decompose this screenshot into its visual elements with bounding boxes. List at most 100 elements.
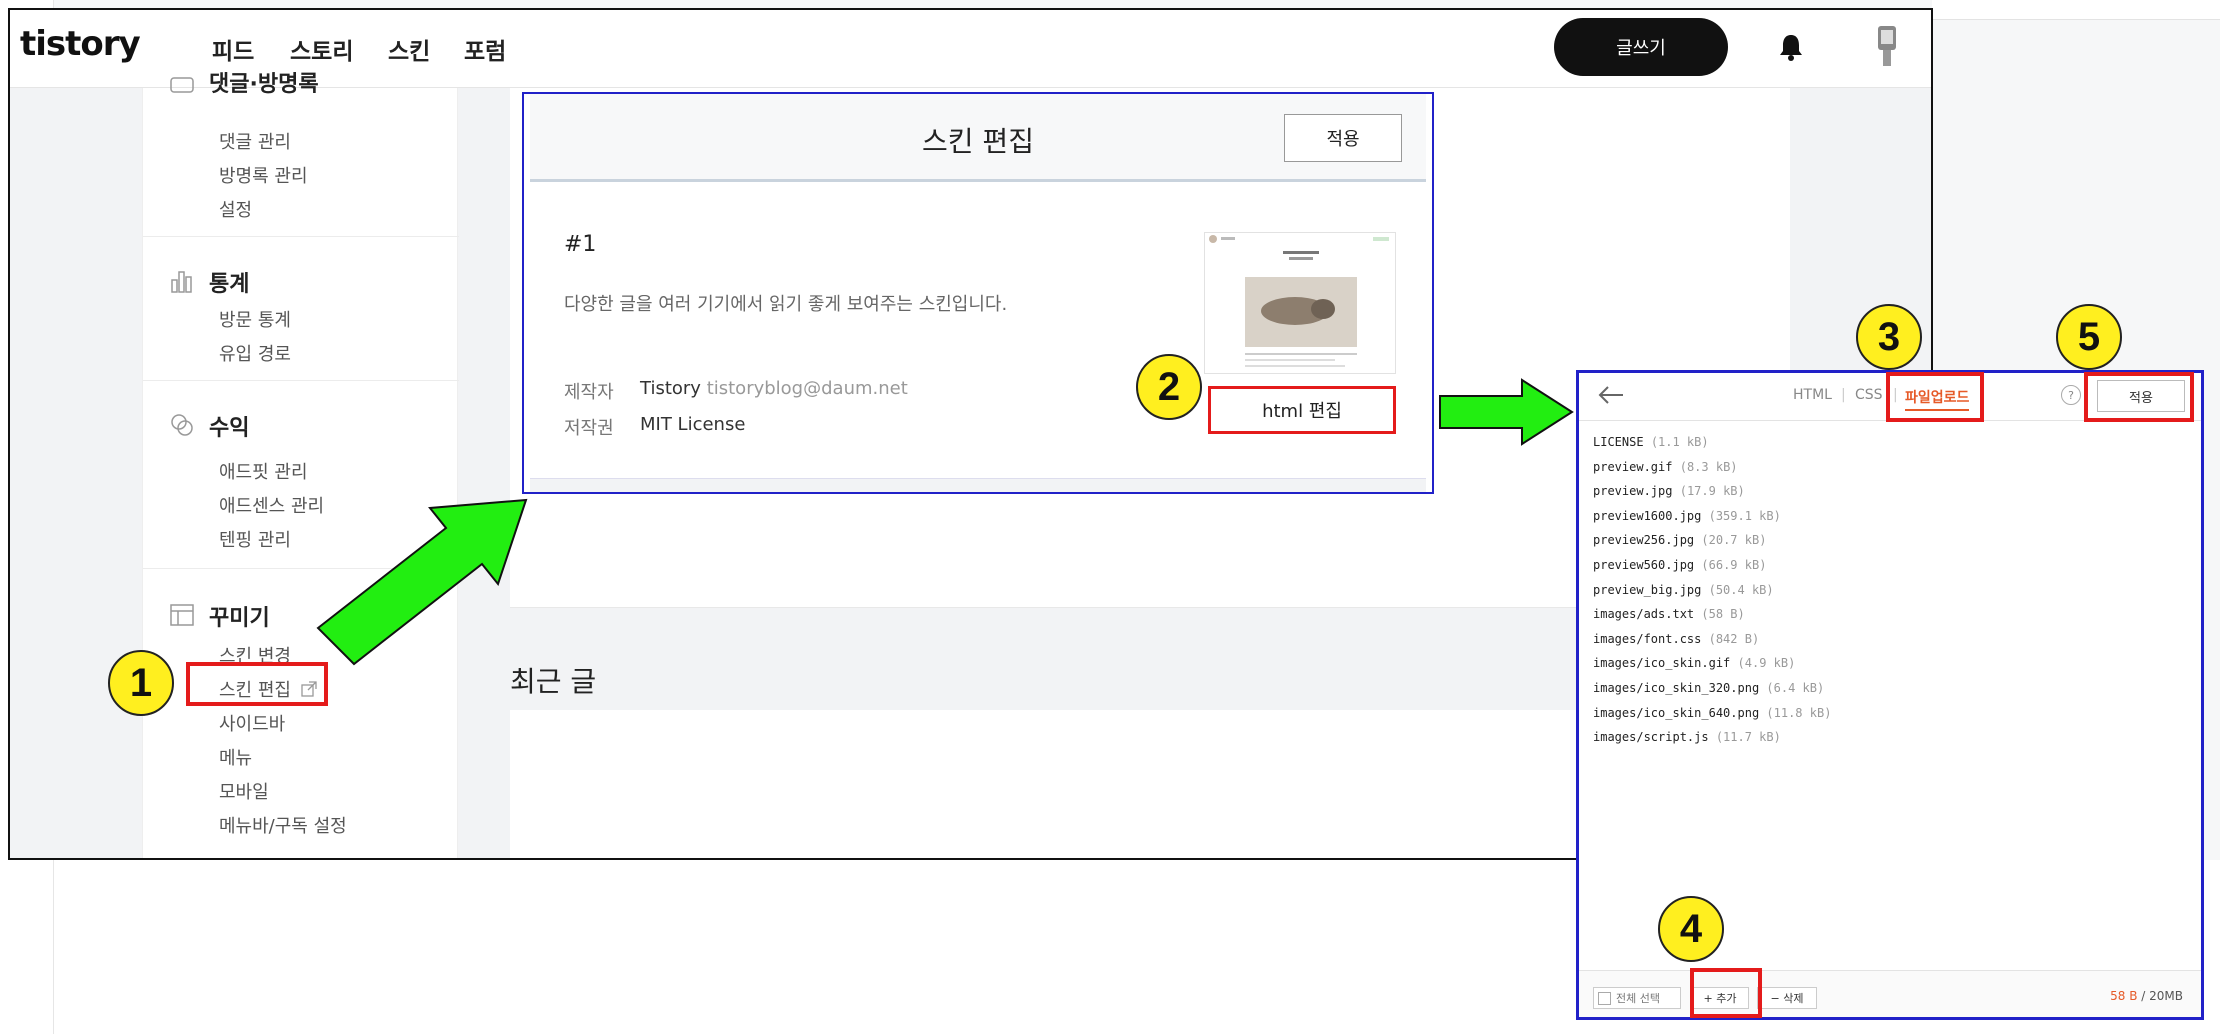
file-size: (50.4 kB) [1708, 582, 1774, 597]
step-badge-2: 2 [1136, 354, 1202, 420]
sidebar-item-guestbook-manage[interactable]: 방명록 관리 [219, 162, 308, 188]
file-name: preview560.jpg [1593, 558, 1695, 572]
green-arrow-to-panel [1439, 378, 1574, 446]
file-size: (11.7 kB) [1715, 730, 1781, 745]
file-size: (17.9 kB) [1679, 484, 1745, 499]
step-badge-1: 1 [108, 650, 174, 716]
file-row[interactable]: images/ico_skin_320.png (6.4 kB) [1593, 681, 1824, 695]
highlight-file-upload-tab [1886, 372, 1984, 422]
file-name: images/font.css [1593, 631, 1702, 646]
file-name: images/script.js [1593, 730, 1709, 745]
skin-preview-thumbnail [1204, 232, 1396, 374]
license-label: 저작권 [564, 418, 614, 439]
file-panel-footer: 전체 선택 + 추가 − 삭제 58 B / 20MB [1579, 970, 2201, 1017]
sidebar-item-settings[interactable]: 설정 [219, 196, 252, 222]
profile-avatar[interactable] [1872, 24, 1902, 70]
background-top-strip [1932, 0, 2220, 20]
highlight-skin-edit [186, 662, 328, 706]
file-row[interactable]: images/ads.txt (58 B) [1593, 607, 1745, 621]
file-row[interactable]: preview.jpg (17.9 kB) [1593, 484, 1745, 498]
nav-feed[interactable]: 피드 [212, 32, 254, 66]
file-name: images/ico_skin_320.png [1593, 681, 1760, 695]
step-badge-3: 3 [1856, 304, 1922, 370]
sidebar-item-menubar-subscribe[interactable]: 메뉴바/구독 설정 [219, 812, 347, 838]
skin-description: 다양한 글을 여러 기기에서 읽기 좋게 보여주는 스킨입니다. [564, 294, 1008, 315]
sidebar-section-revenue: 수익 [209, 416, 250, 441]
sidebar-item-comment-manage[interactable]: 댓글 관리 [219, 128, 291, 154]
sidebar-item-menu[interactable]: 메뉴 [219, 744, 252, 770]
nav-story[interactable]: 스토리 [290, 32, 353, 66]
write-post-button[interactable]: 글쓰기 [1554, 18, 1728, 76]
comment-icon [169, 74, 195, 100]
sidebar-item-referrer[interactable]: 유입 경로 [219, 340, 291, 366]
file-name: preview1600.jpg [1593, 508, 1702, 523]
sidebar-item-adsense[interactable]: 애드센스 관리 [219, 492, 324, 518]
select-all-label: 전체 선택 [1616, 992, 1660, 1005]
file-row[interactable]: images/ico_skin.gif (4.9 kB) [1593, 656, 1795, 670]
step-badge-4: 4 [1658, 896, 1724, 962]
file-name: images/ico_skin.gif [1593, 656, 1731, 671]
tistory-logo[interactable]: tistory [20, 24, 141, 64]
file-name: preview256.jpg [1593, 533, 1695, 548]
step-badge-5: 5 [2056, 304, 2122, 370]
file-row[interactable]: images/font.css (842 B) [1593, 632, 1759, 646]
file-row[interactable]: images/ico_skin_640.png (11.8 kB) [1593, 706, 1831, 720]
coins-icon [169, 412, 195, 438]
tab-html[interactable]: HTML [1793, 387, 1832, 403]
storage-quota: 58 B / 20MB [2110, 989, 2183, 1003]
file-row[interactable]: LICENSE (1.1 kB) [1593, 435, 1709, 449]
license-value: MIT License [640, 414, 746, 435]
skin-dialog-footer [530, 478, 1426, 492]
author-value: Tistory tistoryblog@daum.net [640, 378, 908, 399]
skin-apply-button[interactable]: 적용 [1284, 114, 1402, 162]
checkbox-square [1598, 991, 1611, 1005]
layout-icon [169, 602, 195, 628]
sidebar-item-tenping[interactable]: 텐핑 관리 [219, 526, 291, 552]
sidebar-divider [143, 236, 459, 237]
file-size: (20.7 kB) [1701, 533, 1767, 548]
file-size: (6.4 kB) [1766, 681, 1825, 695]
quota-used: 58 B [2110, 989, 2138, 1003]
select-all-checkbox[interactable]: 전체 선택 [1593, 987, 1681, 1009]
nav-skin[interactable]: 스킨 [388, 32, 430, 66]
file-size: (66.9 kB) [1701, 558, 1767, 572]
quota-total: / 20MB [2141, 989, 2183, 1003]
file-row[interactable]: preview1600.jpg (359.1 kB) [1593, 509, 1781, 523]
tab-separator: | [1841, 387, 1846, 403]
green-arrow-to-dialog [316, 498, 528, 666]
file-row[interactable]: preview.gif (8.3 kB) [1593, 460, 1738, 474]
html-edit-button[interactable]: html 편집 [1208, 386, 1396, 434]
file-name: preview_big.jpg [1593, 582, 1702, 597]
sidebar-section-comments: 댓글·방명록 [209, 72, 319, 97]
sidebar-item-mobile[interactable]: 모바일 [219, 778, 269, 804]
delete-file-button[interactable]: − 삭제 [1757, 987, 1817, 1009]
author-label: 제작자 [564, 382, 614, 403]
help-icon[interactable]: ? [2061, 385, 2081, 405]
file-size: (4.9 kB) [1737, 656, 1796, 671]
file-size: (842 B) [1708, 631, 1760, 646]
author-name: Tistory [640, 378, 701, 399]
nav-forum[interactable]: 포럼 [464, 32, 506, 66]
file-size: (58 B) [1701, 607, 1745, 622]
highlight-add [1690, 968, 1762, 1018]
sidebar-item-sidebar[interactable]: 사이드바 [219, 710, 285, 736]
sidebar-item-visit-stats[interactable]: 방문 통계 [219, 306, 291, 332]
skin-number: #1 [564, 232, 597, 257]
tab-css[interactable]: CSS [1855, 387, 1883, 403]
file-name: preview.gif [1593, 459, 1673, 474]
file-row[interactable]: preview560.jpg (66.9 kB) [1593, 558, 1766, 572]
back-arrow-icon[interactable] [1597, 383, 1625, 407]
sidebar-item-adfit[interactable]: 애드핏 관리 [219, 458, 308, 484]
sidebar-section-decorate: 꾸미기 [209, 606, 270, 631]
file-row[interactable]: preview_big.jpg (50.4 kB) [1593, 583, 1774, 597]
file-size: (1.1 kB) [1650, 435, 1709, 449]
bell-icon[interactable] [1776, 32, 1806, 62]
file-row[interactable]: images/script.js (11.7 kB) [1593, 730, 1781, 744]
skin-dialog-header: 스킨 편집 적용 [530, 94, 1426, 182]
file-row[interactable]: preview256.jpg (20.7 kB) [1593, 533, 1766, 547]
admin-sidebar: 댓글·방명록 댓글 관리 방명록 관리 설정 통계 방문 통계 유입 경로 수익… [142, 72, 459, 858]
author-email: tistoryblog@daum.net [706, 378, 908, 399]
file-name: LICENSE [1593, 435, 1644, 449]
file-size: (359.1 kB) [1708, 508, 1781, 523]
file-name: images/ads.txt [1593, 607, 1695, 622]
